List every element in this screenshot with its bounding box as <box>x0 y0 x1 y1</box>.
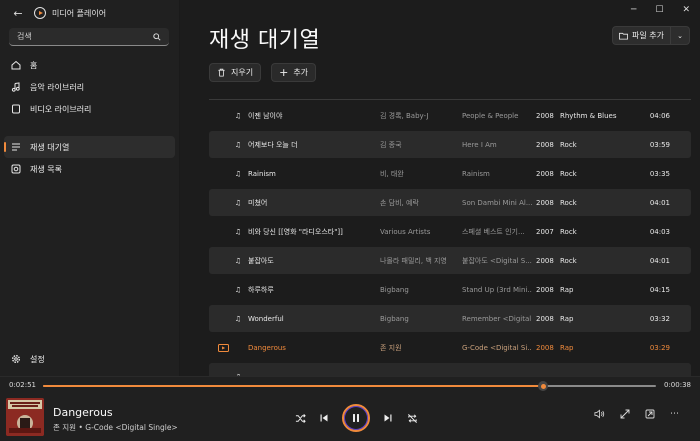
music-note-icon: ♫ <box>234 198 242 207</box>
sidebar-item-queue[interactable]: 재생 대기열 <box>4 136 175 158</box>
now-playing-icon: ▶ <box>218 343 229 352</box>
back-arrow-icon[interactable]: ← <box>10 5 26 21</box>
video-icon <box>11 104 21 114</box>
app-title: 미디어 플레이어 <box>52 8 107 18</box>
folder-icon <box>619 32 628 40</box>
now-playing-title: Dangerous <box>53 406 113 419</box>
previous-icon[interactable] <box>314 408 334 428</box>
search-icon[interactable] <box>153 32 161 41</box>
main-content: ─ ☐ ✕ 재생 대기열 파일 추가 ⌄ 지우기 + 추가 ♫ 이젠 남이야 김… <box>180 0 700 376</box>
clear-label: 지우기 <box>231 68 254 77</box>
table-row[interactable]: ♫ 어제보다 오늘 더 김 종국 Here I Am 2008 Rock 03:… <box>209 131 691 158</box>
window-controls: ─ ☐ ✕ <box>631 5 690 15</box>
table-row[interactable]: ♫ 비와 당신 [[영화 "라디오스타"]] Various Artists 스… <box>209 218 691 245</box>
add-button[interactable]: + 추가 <box>271 63 317 82</box>
table-row[interactable]: ♫ 하루하루 Bigbang Stand Up (3rd Mini... 200… <box>209 276 691 303</box>
now-playing-subtitle: 존 지원 • G-Code <Digital Single> <box>53 423 178 432</box>
minimize-icon[interactable]: ─ <box>631 5 636 15</box>
sidebar-item-label: 홈 <box>30 60 38 70</box>
sidebar-item-settings[interactable]: 설정 <box>4 348 175 370</box>
sidebar-nav: 홈 음악 라이브러리 비디오 라이브러리 재생 대기열 재생 목록 <box>0 54 179 180</box>
music-note-icon: ♫ <box>234 111 242 120</box>
sidebar-item-video-library[interactable]: 비디오 라이브러리 <box>4 98 175 120</box>
table-row-now-playing[interactable]: ▶ ♫ Dangerous 존 지원 G-Code <Digital Si...… <box>209 334 691 361</box>
table-row[interactable]: ♫ 붙잡아도 나몰라 패밀리, 백 지영 붙잡아도 <Digital S... … <box>209 247 691 274</box>
sidebar-item-music-library[interactable]: 음악 라이브러리 <box>4 76 175 98</box>
music-note-icon: ♫ <box>234 256 242 265</box>
volume-icon[interactable] <box>594 409 605 421</box>
current-time: 0:02:51 <box>9 381 36 389</box>
add-file-label: 파일 추가 <box>632 31 664 40</box>
seek-progress <box>43 385 544 387</box>
search-box[interactable] <box>9 28 169 46</box>
search-input[interactable] <box>17 32 153 41</box>
add-label: 추가 <box>293 68 309 77</box>
table-row[interactable]: ♫ Rainism 비, 태완 Rainism 2008 Rock 03:35 <box>209 160 691 187</box>
add-file-button[interactable]: 파일 추가 ⌄ <box>612 26 690 45</box>
more-options-icon[interactable]: ⋯ <box>670 409 680 421</box>
next-icon[interactable] <box>378 408 398 428</box>
album-art[interactable] <box>6 398 44 436</box>
table-row[interactable]: ♫ Wonderful Bigbang Remember <Digital...… <box>209 305 691 332</box>
fullscreen-icon[interactable] <box>620 409 630 421</box>
sidebar-item-label: 재생 목록 <box>30 164 62 174</box>
queue-toolbar: 지우기 + 추가 <box>209 63 317 82</box>
sidebar-item-label: 음악 라이브러리 <box>30 82 85 92</box>
pause-icon <box>353 414 359 422</box>
total-time: 0:00:38 <box>664 381 691 389</box>
page-title: 재생 대기열 <box>209 28 321 53</box>
sidebar-item-label: 설정 <box>30 354 45 364</box>
music-note-icon: ♫ <box>234 314 242 323</box>
table-row[interactable]: ♫ 이젠 남이야 김 경록, Baby-J People & People 20… <box>209 102 691 129</box>
seek-slider[interactable] <box>43 381 656 391</box>
app-logo-icon <box>34 7 46 19</box>
player-bar: 0:02:51 0:00:38 Dangerous 존 지원 • G-Code … <box>0 376 700 441</box>
close-icon[interactable]: ✕ <box>682 5 690 15</box>
trash-icon <box>218 68 225 77</box>
clear-button[interactable]: 지우기 <box>209 63 262 82</box>
sidebar-item-playlists[interactable]: 재생 목록 <box>4 158 175 180</box>
sidebar: ← 미디어 플레이어 홈 음악 라이브러리 비디오 라이브러리 <box>0 0 180 376</box>
queue-icon <box>11 142 21 152</box>
plus-icon: + <box>279 66 289 79</box>
table-row[interactable]: ♫ 미쳤어 손 담비, 예락 Son Dambi Mini Al... 2008… <box>209 189 691 216</box>
sidebar-item-label: 재생 대기열 <box>30 142 70 152</box>
title-bar: ← 미디어 플레이어 <box>0 0 179 26</box>
playback-controls <box>290 404 422 432</box>
playlist-icon <box>11 164 21 174</box>
pause-button[interactable] <box>342 404 370 432</box>
queue-list: ♫ 이젠 남이야 김 경록, Baby-J People & People 20… <box>209 94 691 376</box>
home-icon <box>11 60 21 70</box>
music-note-icon: ♫ <box>234 140 242 149</box>
gear-icon <box>11 354 21 364</box>
music-note-icon <box>11 82 21 92</box>
shuffle-icon[interactable] <box>290 408 310 428</box>
music-note-icon: ♫ <box>234 169 242 178</box>
seek-thumb[interactable] <box>538 381 549 391</box>
chevron-down-icon[interactable]: ⌄ <box>671 32 689 40</box>
music-note-icon: ♫ <box>234 285 242 294</box>
maximize-icon[interactable]: ☐ <box>655 5 663 15</box>
repeat-off-icon[interactable] <box>402 408 422 428</box>
extra-controls: ⋯ <box>594 409 680 421</box>
sidebar-item-home[interactable]: 홈 <box>4 54 175 76</box>
table-row[interactable]: ♫ <box>209 363 691 376</box>
music-note-icon: ♫ <box>234 227 242 236</box>
sidebar-item-label: 비디오 라이브러리 <box>30 104 92 114</box>
mini-player-icon[interactable] <box>645 409 655 421</box>
